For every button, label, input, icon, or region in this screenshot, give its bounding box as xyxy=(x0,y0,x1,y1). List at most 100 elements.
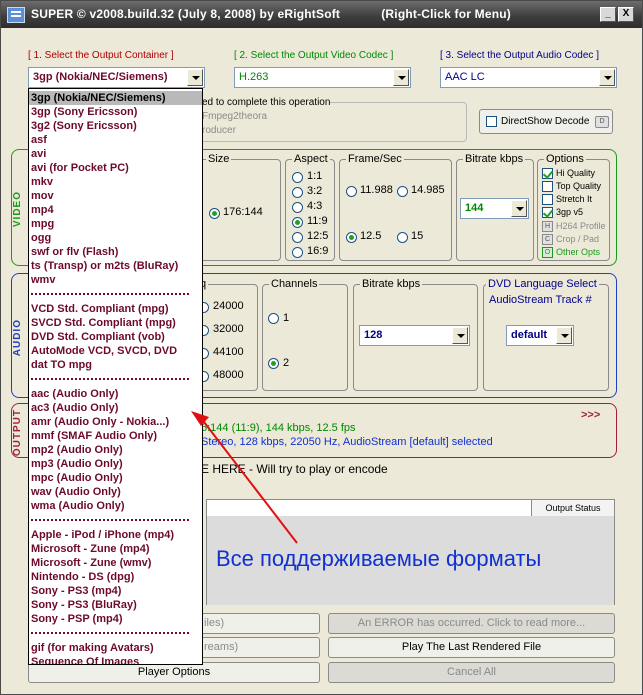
dropdown-option[interactable]: gif (for making Avatars) xyxy=(31,641,154,655)
3gp-v5-checkbox[interactable] xyxy=(542,207,553,218)
audio-codec-chevron-down-icon[interactable] xyxy=(599,69,615,86)
video-bitrate-select[interactable]: 144 xyxy=(460,198,529,219)
dropdown-option[interactable]: dat TO mpg xyxy=(31,358,92,372)
dropdown-option[interactable]: amr (Audio Only - Nokia...) xyxy=(31,415,169,429)
video-section-label: VIDEO xyxy=(12,191,23,228)
cancel-all-button[interactable]: Cancel All xyxy=(328,662,615,683)
dvd-track-value: default xyxy=(511,329,548,341)
audio-bitrate-chevron-down-icon[interactable] xyxy=(452,327,468,344)
dropdown-option[interactable]: Sony - PS3 (BluRay) xyxy=(31,598,137,612)
app-icon[interactable] xyxy=(7,7,25,23)
dropdown-option[interactable]: wav (Audio Only) xyxy=(31,485,121,499)
dropdown-option[interactable]: avi (for Pocket PC) xyxy=(31,161,129,175)
top-quality-checkbox[interactable] xyxy=(542,181,553,192)
crop-pad-key[interactable]: C xyxy=(542,234,553,245)
hi-quality-checkbox[interactable] xyxy=(542,168,553,179)
framerate-radio-11988[interactable] xyxy=(346,186,357,197)
add-files-button[interactable]: iles) xyxy=(197,613,320,634)
encoders-line2: Fmpeg2theora xyxy=(202,111,268,122)
dropdown-option[interactable]: Microsoft - Zune (wmv) xyxy=(31,556,151,570)
dropdown-option[interactable]: 3g2 (Sony Ericsson) xyxy=(31,119,137,133)
dropdown-option[interactable]: 3gp (Sony Ericsson) xyxy=(31,105,137,119)
dropdown-option[interactable]: swf or flv (Flash) xyxy=(31,245,118,259)
channels-option-1: 1 xyxy=(283,312,290,324)
container-dropdown-list[interactable]: 3gp (Nokia/NEC/Siemens) 3gp (Sony Ericsso… xyxy=(28,88,203,665)
dropdown-option[interactable]: 3gp (Nokia/NEC/Siemens) xyxy=(29,91,202,105)
formats-annotation: Все поддерживаемые форматы xyxy=(216,546,542,571)
dropdown-option[interactable]: asf xyxy=(31,133,47,147)
dropdown-option[interactable]: Microsoft - Zune (mp4) xyxy=(31,542,150,556)
aspect-radio-16-9[interactable] xyxy=(292,247,303,258)
dropdown-option[interactable]: mkv xyxy=(31,175,53,189)
dropdown-option[interactable]: mp4 xyxy=(31,203,54,217)
aspect-radio-4-3[interactable] xyxy=(292,202,303,213)
audio-bitrate-value: 128 xyxy=(364,329,383,341)
h264-profile-key[interactable]: H xyxy=(542,221,553,232)
framerate-radio-14985[interactable] xyxy=(397,186,408,197)
dropdown-option[interactable]: Sony - PSP (mp4) xyxy=(31,612,122,626)
dropdown-option[interactable]: ac3 (Audio Only) xyxy=(31,401,118,415)
dropdown-option[interactable]: DVD Std. Compliant (vob) xyxy=(31,330,165,344)
dropdown-option[interactable]: Apple - iPod / iPhone (mp4) xyxy=(31,528,174,542)
aspect-group: Aspect 1:1 3:2 4:3 11:9 12:5 16:9 xyxy=(285,153,335,261)
minimize-button[interactable]: _ xyxy=(600,7,616,22)
video-codec-chevron-down-icon[interactable] xyxy=(393,69,409,86)
audio-codec-select[interactable]: AAC LC xyxy=(440,67,617,88)
framerate-radio-125[interactable] xyxy=(346,232,357,243)
play-last-file-button[interactable]: Play The Last Rendered File xyxy=(328,637,615,658)
dropdown-option[interactable]: mpg xyxy=(31,217,54,231)
close-button[interactable]: X xyxy=(618,7,634,22)
dropdown-option[interactable]: wma (Audio Only) xyxy=(31,499,125,513)
video-size-label: Size xyxy=(206,153,232,165)
channels-radio-2[interactable] xyxy=(268,358,279,369)
directshow-checkbox[interactable] xyxy=(486,116,497,127)
aspect-radio-11-9[interactable] xyxy=(292,217,303,228)
framerate-radio-15[interactable] xyxy=(397,232,408,243)
dropdown-option[interactable]: mpc (Audio Only) xyxy=(31,471,123,485)
title-bar[interactable]: SUPER © v2008.build.32 (July 8, 2008) by… xyxy=(1,1,642,28)
dropdown-option[interactable]: Sequence Of Images xyxy=(31,655,139,664)
dropdown-separator xyxy=(31,293,189,295)
dropdown-option[interactable]: VCD Std. Compliant (mpg) xyxy=(31,302,169,316)
directshow-button[interactable]: DirectShow Decode D xyxy=(479,109,613,134)
dropdown-option[interactable]: mmf (SMAF Audio Only) xyxy=(31,429,157,443)
aspect-radio-12-5[interactable] xyxy=(292,232,303,243)
video-size-radio[interactable] xyxy=(209,208,220,219)
video-size-group: Size 176:144 xyxy=(199,153,281,261)
dvd-track-select[interactable]: default xyxy=(506,325,574,346)
audio-bitrate-select[interactable]: 128 xyxy=(359,325,470,346)
dropdown-option[interactable]: mp2 (Audio Only) xyxy=(31,443,123,457)
3gp-v5-label: 3gp v5 xyxy=(556,207,584,217)
stretch-it-checkbox[interactable] xyxy=(542,194,553,205)
error-info-button[interactable]: An ERROR has occurred. Click to read mor… xyxy=(328,613,615,634)
container-chevron-down-icon[interactable] xyxy=(187,69,203,86)
channels-radio-1[interactable] xyxy=(268,313,279,324)
container-select[interactable]: 3gp (Nokia/NEC/Siemens) xyxy=(28,67,205,88)
player-options-button[interactable]: Player Options xyxy=(28,662,320,683)
dropdown-option[interactable]: aac (Audio Only) xyxy=(31,387,118,401)
dvd-track-label: AudioStream Track # xyxy=(489,294,592,306)
sampling-option-2: 32000 xyxy=(213,323,244,335)
other-opts-key[interactable]: O xyxy=(542,247,553,258)
dropdown-option[interactable]: mp3 (Audio Only) xyxy=(31,457,123,471)
dvd-track-chevron-down-icon[interactable] xyxy=(556,327,572,344)
audio-bitrate-group: Bitrate kbps 128 xyxy=(353,278,478,391)
dropdown-option[interactable]: Sony - PS3 (mp4) xyxy=(31,584,121,598)
aspect-radio-1-1[interactable] xyxy=(292,172,303,183)
dropdown-option[interactable]: ogg xyxy=(31,231,51,245)
framerate-option-1: 11.988 xyxy=(360,184,393,196)
dropdown-option[interactable]: wmv xyxy=(31,273,55,287)
dropdown-option[interactable]: ts (Transp) or m2ts (BluRay) xyxy=(31,259,178,273)
dropdown-option[interactable]: mov xyxy=(31,189,54,203)
dropdown-option[interactable]: AutoMode VCD, SVCD, DVD xyxy=(31,344,177,358)
aspect-radio-3-2[interactable] xyxy=(292,187,303,198)
dropdown-option[interactable]: avi xyxy=(31,147,46,161)
dropdown-option[interactable]: Nintendo - DS (dpg) xyxy=(31,570,134,584)
add-streams-button[interactable]: reams) xyxy=(197,637,320,658)
encoders-line1: ed to complete this operation xyxy=(202,97,331,108)
output-expand-arrows[interactable]: >>> xyxy=(581,409,600,421)
dropdown-option[interactable]: SVCD Std. Compliant (mpg) xyxy=(31,316,176,330)
video-codec-select[interactable]: H.263 xyxy=(234,67,411,88)
directshow-key: D xyxy=(595,116,609,128)
video-bitrate-chevron-down-icon[interactable] xyxy=(511,200,527,217)
